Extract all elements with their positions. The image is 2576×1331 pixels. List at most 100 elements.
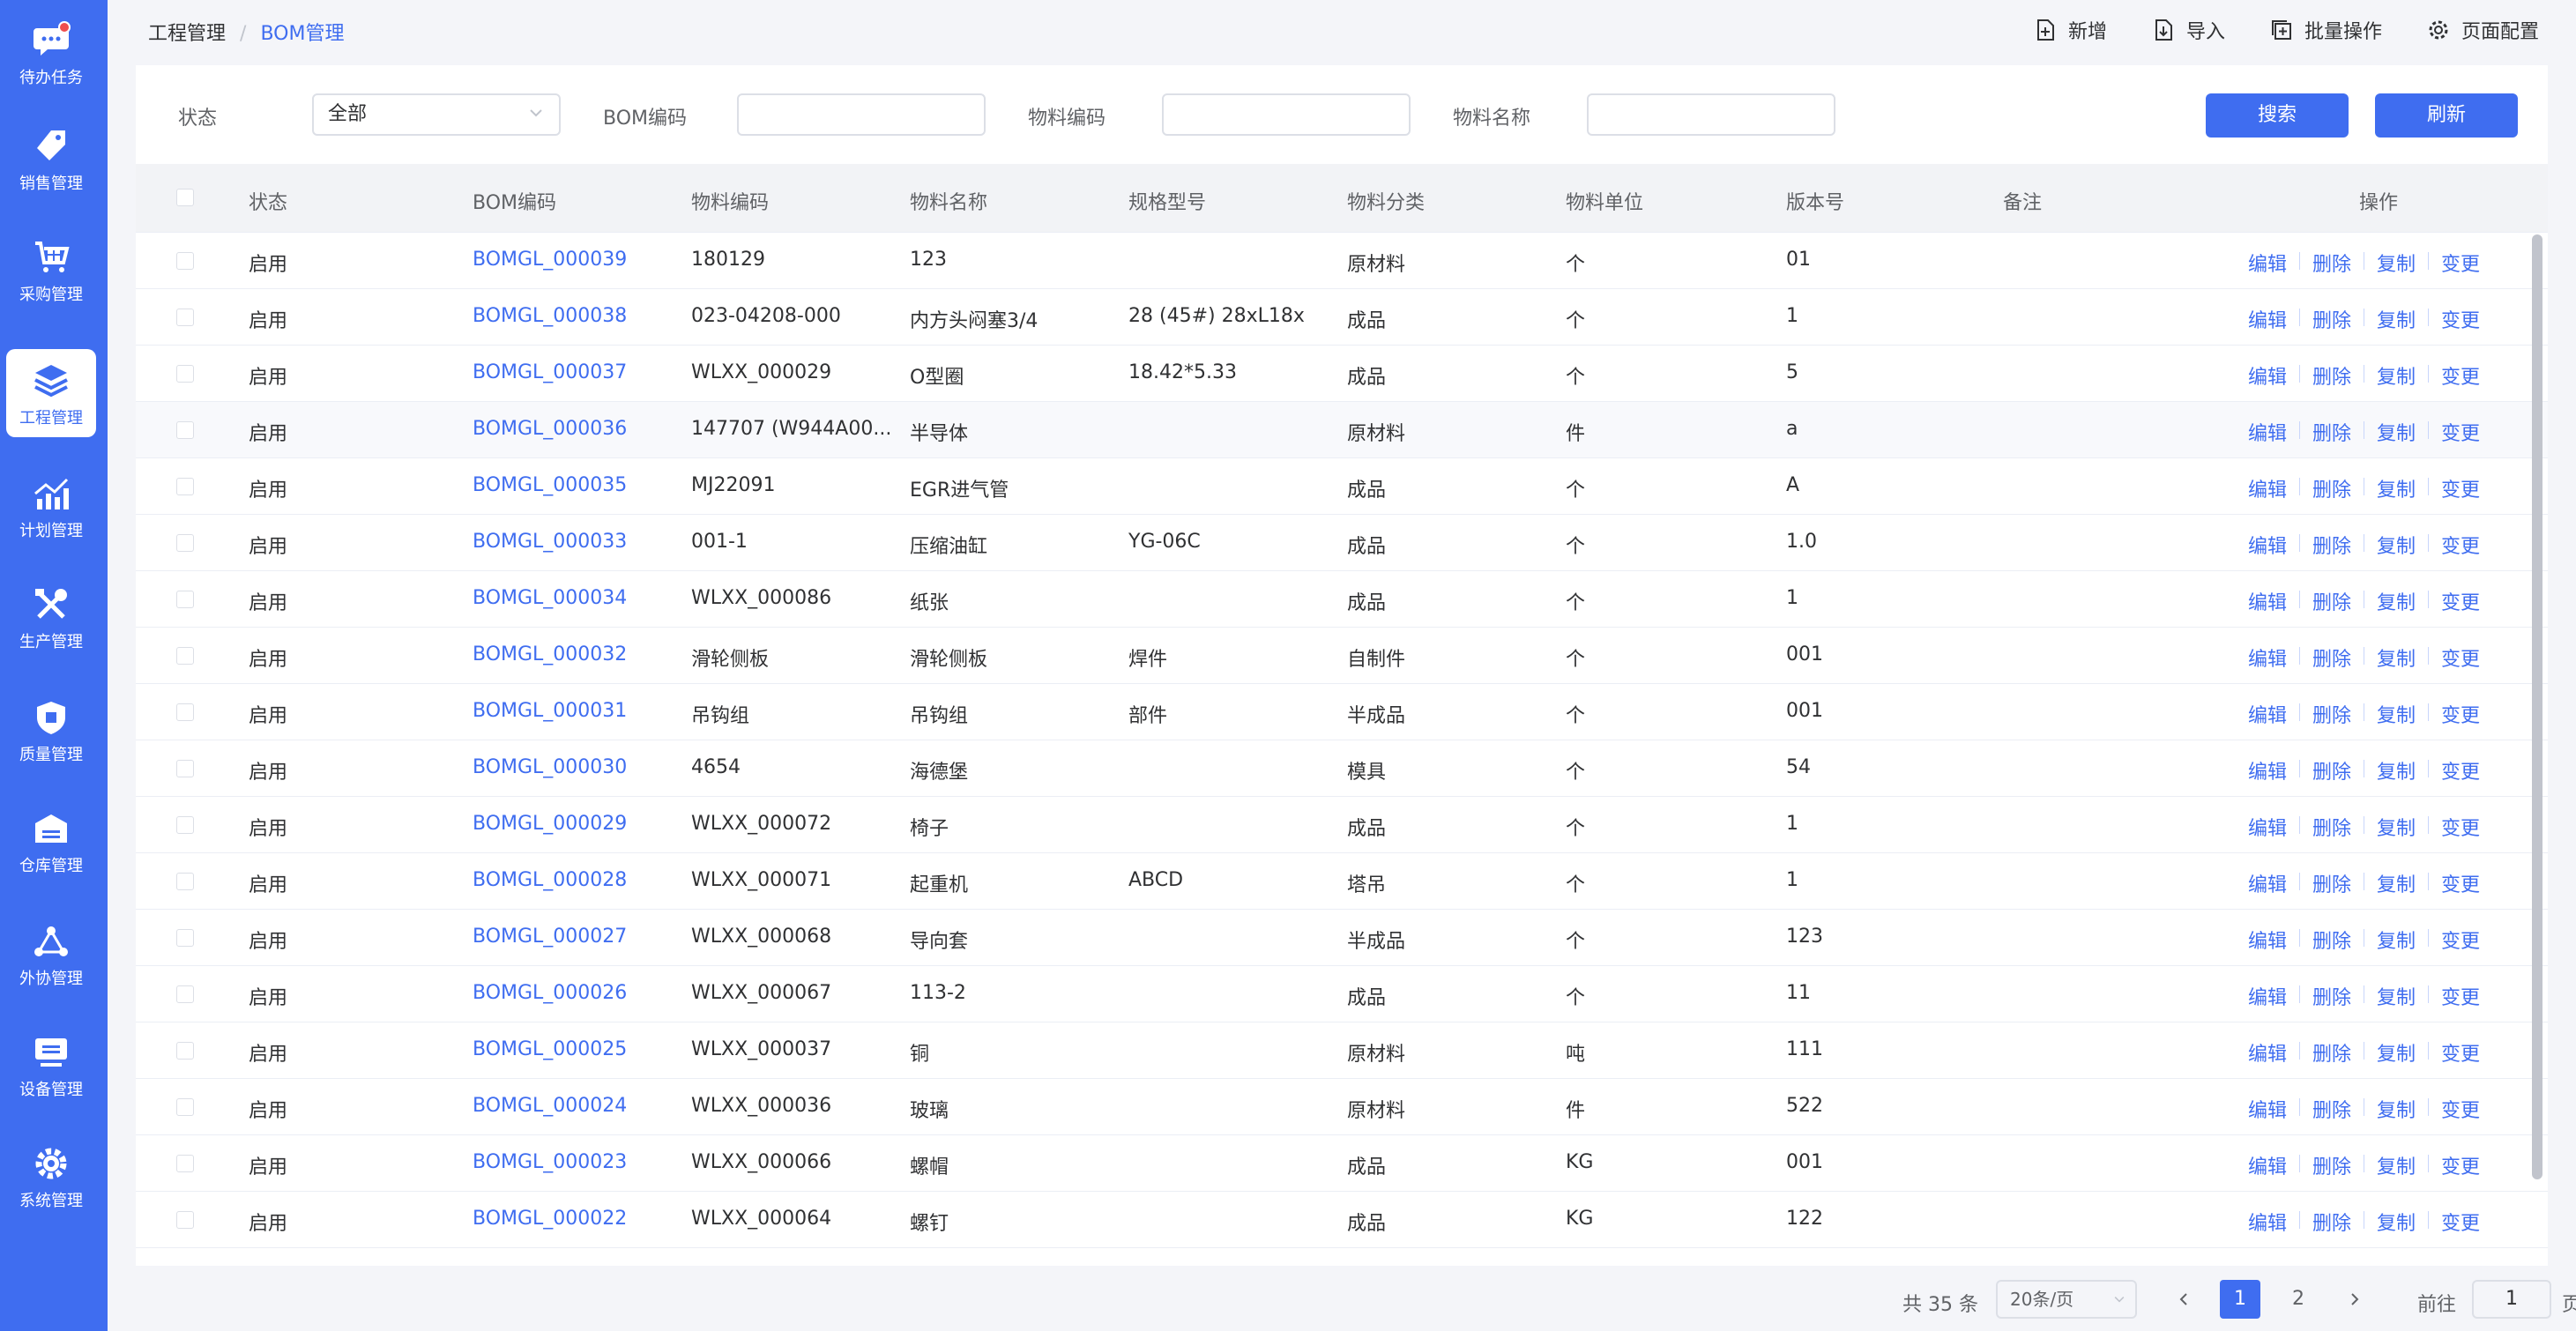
table-row[interactable]: 启用 BOMGL_000023 WLXX_000066 螺帽 成品 KG 001 编辑 删除 复制… xyxy=(136,1135,2548,1192)
cell-bom-code[interactable]: BOMGL_000032 xyxy=(473,643,627,666)
delete-button[interactable]: 删除 xyxy=(2312,249,2351,277)
table-row[interactable]: 启用 BOMGL_000029 WLXX_000072 椅子 成品 个 1 编辑 删除 复制 变更 xyxy=(136,797,2548,853)
sidebar-item-todo[interactable]: 待办任务 xyxy=(6,9,96,97)
change-button[interactable]: 变更 xyxy=(2441,926,2480,954)
delete-button[interactable]: 删除 xyxy=(2312,1208,2351,1236)
change-button[interactable]: 变更 xyxy=(2441,813,2480,841)
change-button[interactable]: 变更 xyxy=(2441,869,2480,897)
row-checkbox[interactable] xyxy=(176,816,194,834)
copy-button[interactable]: 复制 xyxy=(2377,1095,2416,1123)
copy-button[interactable]: 复制 xyxy=(2377,813,2416,841)
copy-button[interactable]: 复制 xyxy=(2377,643,2416,672)
change-button[interactable]: 变更 xyxy=(2441,249,2480,277)
delete-button[interactable]: 删除 xyxy=(2312,926,2351,954)
edit-button[interactable]: 编辑 xyxy=(2248,531,2287,559)
copy-button[interactable]: 复制 xyxy=(2377,249,2416,277)
change-button[interactable]: 变更 xyxy=(2441,418,2480,446)
cell-bom-code[interactable]: BOMGL_000023 xyxy=(473,1151,627,1173)
sidebar-item-outsourcing[interactable]: 外协管理 xyxy=(6,910,96,998)
delete-button[interactable]: 删除 xyxy=(2312,982,2351,1010)
sidebar-item-system[interactable]: 系统管理 xyxy=(6,1132,96,1220)
sidebar-item-warehouse[interactable]: 仓库管理 xyxy=(6,797,96,885)
change-button[interactable]: 变更 xyxy=(2441,305,2480,333)
copy-button[interactable]: 复制 xyxy=(2377,587,2416,615)
material-code-input[interactable] xyxy=(1162,93,1411,136)
sidebar-item-sales[interactable]: 销售管理 xyxy=(6,115,96,203)
cell-bom-code[interactable]: BOMGL_000031 xyxy=(473,700,627,722)
cell-bom-code[interactable]: BOMGL_000022 xyxy=(473,1208,627,1230)
edit-button[interactable]: 编辑 xyxy=(2248,249,2287,277)
row-checkbox[interactable] xyxy=(176,252,194,270)
change-button[interactable]: 变更 xyxy=(2441,1208,2480,1236)
cell-bom-code[interactable]: BOMGL_000029 xyxy=(473,813,627,835)
sidebar-item-engineering[interactable]: 工程管理 xyxy=(6,349,96,437)
edit-button[interactable]: 编辑 xyxy=(2248,474,2287,502)
cell-bom-code[interactable]: BOMGL_000036 xyxy=(473,418,627,440)
delete-button[interactable]: 删除 xyxy=(2312,813,2351,841)
change-button[interactable]: 变更 xyxy=(2441,587,2480,615)
table-row[interactable]: 启用 BOMGL_000026 WLXX_000067 113-2 成品 个 11 编辑 删除复… xyxy=(136,966,2548,1022)
row-checkbox[interactable] xyxy=(176,647,194,665)
sidebar-item-production[interactable]: 生产管理 xyxy=(6,573,96,661)
edit-button[interactable]: 编辑 xyxy=(2248,700,2287,728)
sidebar-item-planning[interactable]: 计划管理 xyxy=(6,462,96,550)
copy-button[interactable]: 复制 xyxy=(2377,531,2416,559)
table-row[interactable]: 启用 BOMGL_000033 001-1 压缩油缸 YG-06C 成品 个 1.0 编辑 删除复… xyxy=(136,515,2548,571)
edit-button[interactable]: 编辑 xyxy=(2248,756,2287,784)
select-all-checkbox[interactable] xyxy=(176,189,194,206)
copy-button[interactable]: 复制 xyxy=(2377,305,2416,333)
row-checkbox[interactable] xyxy=(176,534,194,552)
add-button[interactable]: 新增 xyxy=(2033,16,2107,44)
change-button[interactable]: 变更 xyxy=(2441,361,2480,390)
table-row[interactable]: 启用 BOMGL_000027 WLXX_000068 导向套 半成品 个 123 编辑 删除复… xyxy=(136,910,2548,966)
change-button[interactable]: 变更 xyxy=(2441,474,2480,502)
copy-button[interactable]: 复制 xyxy=(2377,756,2416,784)
change-button[interactable]: 变更 xyxy=(2441,1095,2480,1123)
row-checkbox[interactable] xyxy=(176,929,194,947)
cell-bom-code[interactable]: BOMGL_000026 xyxy=(473,982,627,1004)
table-row[interactable]: 启用 BOMGL_000030 4654 海德堡 模具 个 54 编辑 删除 复制 变更 xyxy=(136,740,2548,797)
table-row[interactable]: 启用 BOMGL_000039 180129 123 原材料 个 01 编辑 删除 复制 变更 xyxy=(136,233,2548,289)
change-button[interactable]: 变更 xyxy=(2441,643,2480,672)
change-button[interactable]: 变更 xyxy=(2441,531,2480,559)
edit-button[interactable]: 编辑 xyxy=(2248,1038,2287,1067)
delete-button[interactable]: 删除 xyxy=(2312,587,2351,615)
copy-button[interactable]: 复制 xyxy=(2377,926,2416,954)
cell-bom-code[interactable]: BOMGL_000034 xyxy=(473,587,627,609)
cell-bom-code[interactable]: BOMGL_000033 xyxy=(473,531,627,553)
cell-bom-code[interactable]: BOMGL_000035 xyxy=(473,474,627,496)
change-button[interactable]: 变更 xyxy=(2441,1151,2480,1179)
table-row[interactable]: 启用 BOMGL_000025 WLXX_000037 铜 原材料 吨 111 编辑 删除 复制变… xyxy=(136,1022,2548,1079)
change-button[interactable]: 变更 xyxy=(2441,700,2480,728)
vertical-scrollbar[interactable] xyxy=(2532,234,2542,1179)
cell-bom-code[interactable]: BOMGL_000038 xyxy=(473,305,627,327)
delete-button[interactable]: 删除 xyxy=(2312,531,2351,559)
refresh-button[interactable]: 刷新 xyxy=(2375,93,2518,138)
delete-button[interactable]: 删除 xyxy=(2312,700,2351,728)
table-row[interactable]: 启用 BOMGL_000031 吊钩组 吊钩组 部件 半成品 个 001 编辑 删除 复制 变更 xyxy=(136,684,2548,740)
goto-page-input[interactable]: 1 xyxy=(2472,1280,2551,1319)
delete-button[interactable]: 删除 xyxy=(2312,418,2351,446)
copy-button[interactable]: 复制 xyxy=(2377,361,2416,390)
delete-button[interactable]: 删除 xyxy=(2312,1151,2351,1179)
delete-button[interactable]: 删除 xyxy=(2312,756,2351,784)
cell-bom-code[interactable]: BOMGL_000037 xyxy=(473,361,627,383)
edit-button[interactable]: 编辑 xyxy=(2248,305,2287,333)
copy-button[interactable]: 复制 xyxy=(2377,1038,2416,1067)
row-checkbox[interactable] xyxy=(176,309,194,326)
row-checkbox[interactable] xyxy=(176,873,194,890)
table-row[interactable]: 启用 BOMGL_000037 WLXX_000029 O型圈 18.42*5.33 成品… xyxy=(136,346,2548,402)
row-checkbox[interactable] xyxy=(176,1098,194,1116)
page-config-button[interactable]: 页面配置 xyxy=(2426,16,2539,44)
row-checkbox[interactable] xyxy=(176,365,194,383)
edit-button[interactable]: 编辑 xyxy=(2248,418,2287,446)
row-checkbox[interactable] xyxy=(176,760,194,777)
row-checkbox[interactable] xyxy=(176,1155,194,1172)
material-name-input[interactable] xyxy=(1587,93,1835,136)
sidebar-item-equipment[interactable]: 设备管理 xyxy=(6,1021,96,1109)
change-button[interactable]: 变更 xyxy=(2441,756,2480,784)
status-select[interactable]: 全部 xyxy=(312,93,561,136)
edit-button[interactable]: 编辑 xyxy=(2248,587,2287,615)
edit-button[interactable]: 编辑 xyxy=(2248,1095,2287,1123)
copy-button[interactable]: 复制 xyxy=(2377,474,2416,502)
